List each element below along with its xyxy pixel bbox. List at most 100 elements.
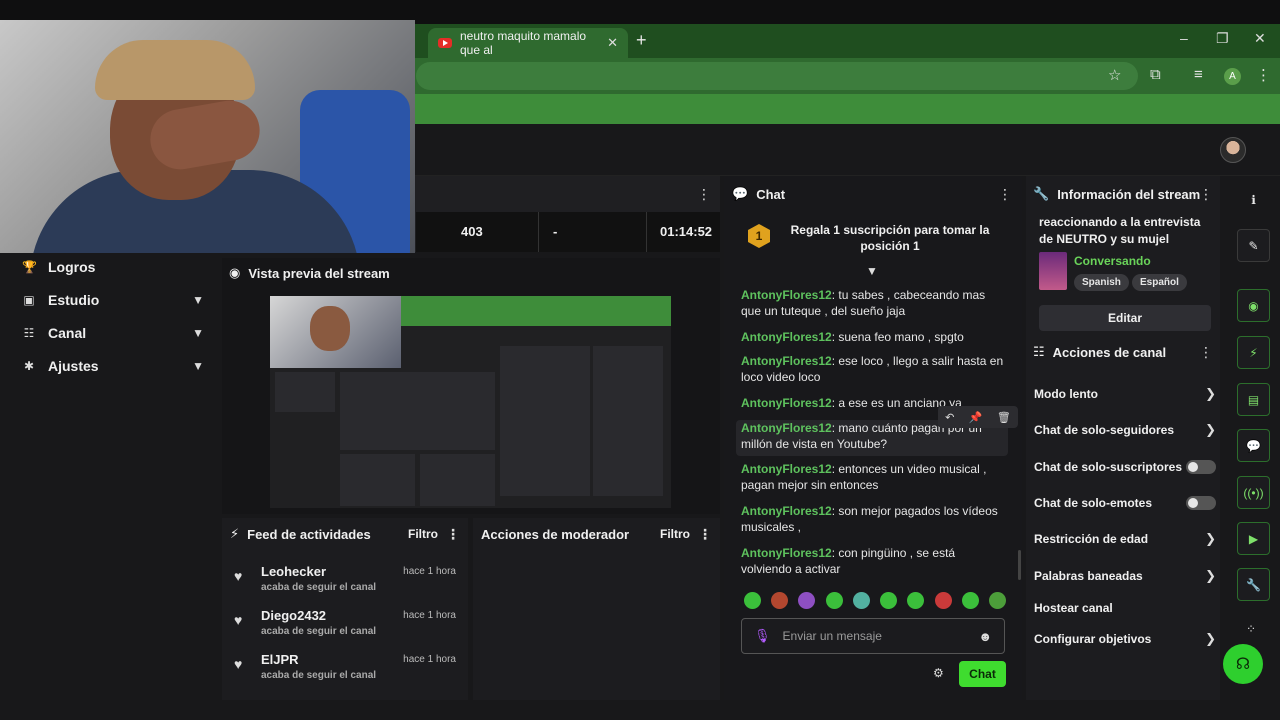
chat-input-placeholder: Enviar un mensaje (782, 629, 882, 643)
chevron-right-icon: ❯ (1205, 631, 1216, 646)
action-host-channel[interactable]: Hostear canal (1034, 598, 1216, 618)
feed-username[interactable]: Leohecker (261, 564, 326, 579)
action-age-restriction[interactable]: Restricción de edad ❯ (1034, 529, 1216, 549)
emote-icon[interactable] (744, 592, 761, 609)
feed-filter-button[interactable]: Filtro (408, 527, 438, 541)
wrench-icon[interactable]: 🔧 (1237, 568, 1270, 601)
subscribers-only-toggle[interactable] (1186, 460, 1216, 474)
lightning-icon[interactable]: ⚡ (1237, 336, 1270, 369)
actions-menu-icon[interactable]: ⋮ (1199, 344, 1213, 361)
undo-icon[interactable]: ↶ (945, 411, 954, 424)
address-bar[interactable] (416, 62, 1138, 90)
close-window-button[interactable]: ✕ (1254, 30, 1266, 47)
send-chat-button[interactable]: Chat (959, 661, 1006, 687)
action-goals[interactable]: Configurar objetivos ❯ (1034, 629, 1216, 649)
info-menu-icon[interactable]: ⋮ (1199, 186, 1213, 203)
chat-message[interactable]: AntonyFlores12: suena feo mano , spgto (741, 329, 1007, 345)
emote-icon[interactable] (880, 592, 898, 609)
feed-menu-icon[interactable]: ⋮ (446, 526, 460, 543)
youtube-icon (438, 38, 452, 48)
document-icon[interactable]: ▤ (1237, 383, 1270, 416)
chat-input[interactable]: 🎙 Enviar un mensaje ☻ (741, 618, 1005, 654)
chat-username[interactable]: AntonyFlores12 (741, 421, 832, 435)
stream-preview-video[interactable] (270, 296, 671, 508)
emote-icon[interactable] (852, 592, 870, 609)
action-slow-mode[interactable]: Modo lento ❯ (1034, 384, 1216, 404)
user-avatar[interactable] (1220, 137, 1246, 163)
tag-pill[interactable]: Spanish (1074, 274, 1129, 291)
pencil-icon[interactable]: ✎ (1237, 229, 1270, 262)
broadcast-icon[interactable]: ((•)) (1237, 476, 1270, 509)
action-banned-words[interactable]: Palabras baneadas ❯ (1034, 566, 1216, 586)
chat-message[interactable]: AntonyFlores12: ese loco , llego a salir… (741, 353, 1007, 385)
action-label: Modo lento (1034, 387, 1098, 401)
profile-avatar[interactable]: A (1224, 68, 1241, 85)
minimize-button[interactable]: – (1180, 30, 1188, 46)
video-icon[interactable]: ▶ (1237, 522, 1270, 555)
category-thumbnail (1039, 252, 1067, 290)
message-actions: ↶ 📌 🗑 (938, 406, 1018, 428)
chat-username[interactable]: AntonyFlores12 (741, 288, 832, 302)
chat-message[interactable]: AntonyFlores12: entonces un video musica… (741, 461, 1007, 493)
preview-person (310, 306, 350, 351)
tag-pill[interactable]: Español (1132, 274, 1187, 291)
chat-message[interactable]: AntonyFlores12: tu sabes , cabeceando ma… (741, 287, 1007, 319)
camera-icon[interactable]: ◉ (1237, 289, 1270, 322)
chat-bubble-icon[interactable]: 💬 (1237, 429, 1270, 462)
mod-menu-icon[interactable]: ⋮ (698, 526, 712, 543)
chat-username[interactable]: AntonyFlores12 (741, 330, 832, 344)
camera-icon: ◉ (229, 265, 241, 280)
emote-icon[interactable] (771, 592, 789, 609)
gear-icon[interactable]: ⚙ (933, 666, 944, 680)
emote-icon[interactable] (934, 592, 952, 609)
action-followers-only[interactable]: Chat de solo-seguidores ❯ (1034, 420, 1216, 440)
collapse-icon[interactable]: ▼ (866, 264, 878, 278)
chat-username[interactable]: AntonyFlores12 (741, 396, 832, 410)
stream-category[interactable]: Conversando (1074, 254, 1151, 268)
microphone-icon[interactable]: 🎙 (754, 628, 771, 644)
info-header: 🔧 Información del stream (1033, 186, 1200, 202)
sidebar-item-estudio[interactable]: ▣ Estudio ▼ (22, 290, 204, 310)
emote-icon[interactable] (798, 592, 816, 609)
emote-icon[interactable] (988, 592, 1006, 609)
pin-icon[interactable]: 📌 (969, 411, 983, 424)
chat-username[interactable]: AntonyFlores12 (741, 462, 832, 476)
emoji-icon[interactable]: ☻ (978, 629, 992, 644)
action-emotes-only: Chat de solo-emotes (1034, 493, 1216, 513)
emote-icon[interactable] (907, 592, 925, 609)
feed-username[interactable]: Diego2432 (261, 608, 326, 623)
delete-icon[interactable]: 🗑 (997, 411, 1011, 424)
tab-close-icon[interactable]: ✕ (607, 35, 618, 51)
extensions-icon[interactable]: ⧉ (1150, 66, 1161, 83)
sidebar-item-logros[interactable]: 🏆 Logros (22, 257, 204, 277)
emote-icon[interactable] (825, 592, 843, 609)
sub-gift-leaderboard[interactable]: 1 Regala 1 suscripción para tomar la pos… (740, 212, 1010, 262)
edit-button[interactable]: Editar (1039, 305, 1211, 331)
emote-icon[interactable] (961, 592, 979, 609)
chevron-down-icon: ▼ (192, 359, 204, 373)
new-tab-button[interactable]: + (636, 30, 647, 51)
media-control-icon[interactable]: ≡ (1194, 66, 1203, 83)
feed-username[interactable]: ElJPR (261, 652, 299, 667)
chat-username[interactable]: AntonyFlores12 (741, 354, 832, 368)
feed-description: acaba de seguir el canal (261, 582, 377, 593)
chat-message[interactable]: AntonyFlores12: con pingüino , se está v… (741, 545, 1007, 577)
sidebar-item-ajustes[interactable]: ✱ Ajustes ▼ (22, 356, 204, 376)
browser-menu-icon[interactable]: ⋮ (1256, 66, 1271, 84)
stats-menu-icon[interactable]: ⋮ (697, 186, 711, 203)
support-headset-icon[interactable]: ☊ (1223, 644, 1263, 684)
info-icon[interactable]: ℹ (1237, 183, 1270, 216)
bookmark-star-icon[interactable]: ☆ (1108, 66, 1121, 84)
chat-scrollbar[interactable] (1018, 550, 1021, 580)
chevron-down-icon: ▼ (192, 293, 204, 307)
browser-tab[interactable]: neutro maquito mamalo que al ✕ (428, 28, 628, 58)
maximize-button[interactable]: ❐ (1216, 30, 1229, 47)
chat-message[interactable]: AntonyFlores12: son mejor pagados los ví… (741, 503, 1007, 535)
emotes-only-toggle[interactable] (1186, 496, 1216, 510)
apps-icon[interactable]: ⁘ (1246, 622, 1256, 636)
sidebar-item-canal[interactable]: ☷ Canal ▼ (22, 323, 204, 343)
mod-filter-button[interactable]: Filtro (660, 527, 690, 541)
chat-username[interactable]: AntonyFlores12 (741, 546, 832, 560)
chat-username[interactable]: AntonyFlores12 (741, 504, 832, 518)
chat-menu-icon[interactable]: ⋮ (998, 186, 1012, 203)
